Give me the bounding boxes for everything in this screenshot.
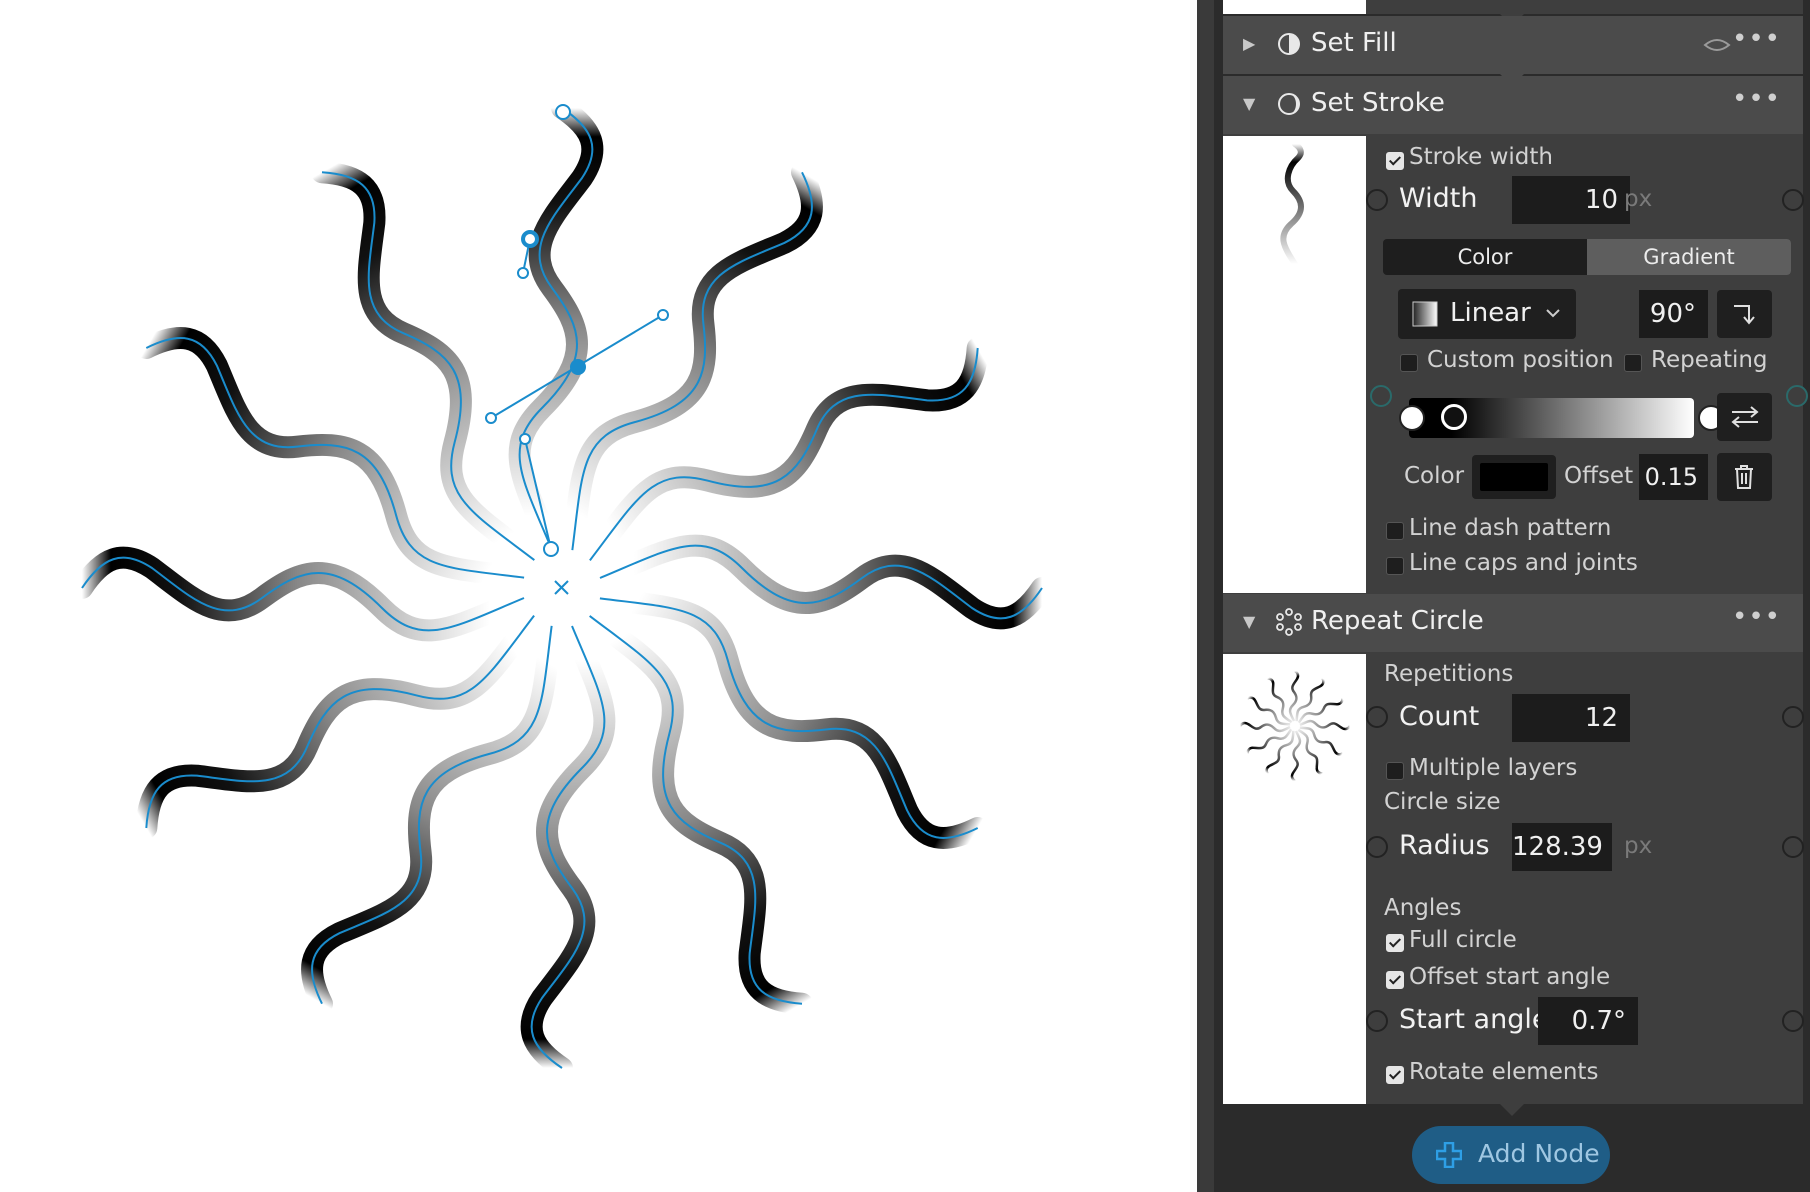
- anchor-point[interactable]: [543, 541, 559, 557]
- tab-gradient[interactable]: Gradient: [1587, 239, 1791, 275]
- delete-stop-button[interactable]: [1717, 453, 1772, 501]
- input-port[interactable]: [1370, 385, 1392, 407]
- fill-mode-toggle: Color Gradient: [1383, 239, 1791, 275]
- ellipsis-icon[interactable]: •••: [1732, 602, 1781, 632]
- plus-icon: [1436, 1142, 1462, 1168]
- linear-gradient-icon: [1412, 301, 1438, 327]
- gradient-type-value: Linear: [1450, 298, 1531, 328]
- radius-label: Radius: [1399, 830, 1490, 861]
- gradient-stop-handle[interactable]: [1399, 405, 1425, 431]
- radius-input[interactable]: 128.39: [1512, 823, 1612, 871]
- ring-icon: [1278, 93, 1300, 115]
- width-input[interactable]: 10: [1512, 176, 1630, 224]
- rotate-button[interactable]: [1717, 290, 1772, 338]
- circle-of-dots-icon: [1276, 608, 1302, 636]
- offset-label: Offset: [1564, 463, 1634, 489]
- circle-size-label: Circle size: [1384, 789, 1501, 815]
- offset-input[interactable]: 0.15: [1639, 454, 1708, 500]
- input-port[interactable]: [1366, 1010, 1388, 1032]
- line-caps-label: Line caps and joints: [1409, 550, 1638, 576]
- control-point[interactable]: [519, 433, 531, 445]
- repetitions-label: Repetitions: [1384, 661, 1514, 687]
- center-cross-icon: [554, 580, 569, 595]
- node-header-set-stroke[interactable]: ▼ Set Stroke •••: [1223, 76, 1803, 134]
- stroke-width-label: Stroke width: [1409, 144, 1553, 170]
- node-header-repeat-circle[interactable]: ▼ Repeat Circle •••: [1223, 594, 1803, 652]
- offset-start-angle-checkbox[interactable]: [1386, 971, 1404, 989]
- eye-icon[interactable]: [1703, 37, 1731, 53]
- node-title: Repeat Circle: [1311, 606, 1484, 636]
- artwork: [0, 97, 1197, 1192]
- chevron-down-icon: [1546, 309, 1560, 318]
- line-caps-checkbox[interactable]: [1386, 557, 1404, 575]
- width-unit: px: [1624, 186, 1653, 212]
- full-circle-label: Full circle: [1409, 927, 1517, 953]
- node-panel: ▶ Set Fill ••• ▼ Set Stroke ••• Stroke w…: [1214, 0, 1810, 1192]
- repeat-thumbnail: [1223, 654, 1366, 1104]
- stop-color-label: Color: [1404, 463, 1465, 489]
- repeating-checkbox[interactable]: [1624, 354, 1642, 372]
- multiple-layers-checkbox[interactable]: [1386, 762, 1404, 780]
- expand-icon[interactable]: ▶: [1243, 34, 1255, 53]
- control-point[interactable]: [657, 309, 669, 321]
- count-label: Count: [1399, 701, 1480, 732]
- start-angle-input[interactable]: 0.7°: [1538, 997, 1638, 1045]
- previous-node-thumbnail: [1223, 0, 1366, 14]
- tab-color[interactable]: Color: [1383, 239, 1587, 275]
- anchor-point[interactable]: [521, 230, 539, 248]
- drawing-canvas[interactable]: [0, 0, 1197, 1192]
- control-point[interactable]: [517, 267, 529, 279]
- output-port[interactable]: [1782, 1010, 1804, 1032]
- node-title: Set Fill: [1311, 28, 1397, 58]
- full-circle-checkbox[interactable]: [1386, 934, 1404, 952]
- swap-arrows-icon: [1731, 406, 1759, 428]
- repeating-label: Repeating: [1651, 347, 1768, 373]
- line-dash-label: Line dash pattern: [1409, 515, 1612, 541]
- stroke-width-checkbox[interactable]: [1386, 152, 1404, 170]
- angles-label: Angles: [1384, 895, 1462, 921]
- input-port[interactable]: [1366, 836, 1388, 858]
- node-header-set-fill[interactable]: ▶ Set Fill •••: [1223, 16, 1803, 74]
- rotate-elements-checkbox[interactable]: [1386, 1066, 1404, 1084]
- connector-notch: [1500, 1104, 1524, 1116]
- multiple-layers-label: Multiple layers: [1409, 755, 1578, 781]
- output-port[interactable]: [1786, 385, 1808, 407]
- swap-button[interactable]: [1717, 393, 1772, 441]
- panel-scrollbar[interactable]: [1197, 0, 1214, 1192]
- stroke-thumbnail: [1223, 136, 1366, 593]
- anchor-point[interactable]: [555, 104, 571, 120]
- node-title: Set Stroke: [1311, 88, 1445, 118]
- custom-position-label: Custom position: [1427, 347, 1614, 373]
- input-port[interactable]: [1366, 189, 1388, 211]
- rotate-arrow-icon: [1734, 305, 1755, 325]
- stop-color-swatch[interactable]: [1472, 455, 1556, 499]
- add-node-button[interactable]: Add Node: [1412, 1126, 1610, 1184]
- line-dash-checkbox[interactable]: [1386, 522, 1404, 540]
- trash-icon: [1735, 465, 1753, 489]
- add-node-label: Add Node: [1478, 1139, 1600, 1168]
- input-port[interactable]: [1366, 706, 1388, 728]
- ellipsis-icon[interactable]: •••: [1732, 84, 1781, 114]
- gradient-angle-input[interactable]: 90°: [1639, 290, 1708, 338]
- anchor-point-selected[interactable]: [570, 359, 586, 375]
- count-input[interactable]: 12: [1512, 694, 1630, 742]
- output-port[interactable]: [1782, 836, 1804, 858]
- custom-position-checkbox[interactable]: [1400, 354, 1418, 372]
- half-circle-icon: [1278, 33, 1300, 55]
- collapse-icon[interactable]: ▼: [1243, 94, 1255, 113]
- control-point[interactable]: [485, 412, 497, 424]
- rotate-elements-label: Rotate elements: [1409, 1059, 1599, 1085]
- color-swatch: [1480, 463, 1548, 491]
- output-port[interactable]: [1782, 189, 1804, 211]
- width-label: Width: [1399, 183, 1478, 214]
- offset-start-angle-label: Offset start angle: [1409, 964, 1611, 990]
- radius-unit: px: [1624, 833, 1653, 859]
- collapse-icon[interactable]: ▼: [1243, 612, 1255, 631]
- start-angle-label: Start angle: [1399, 1004, 1549, 1035]
- ellipsis-icon[interactable]: •••: [1732, 24, 1781, 54]
- output-port[interactable]: [1782, 706, 1804, 728]
- gradient-stop-handle-selected[interactable]: [1441, 404, 1467, 430]
- gradient-type-select[interactable]: Linear: [1398, 289, 1576, 339]
